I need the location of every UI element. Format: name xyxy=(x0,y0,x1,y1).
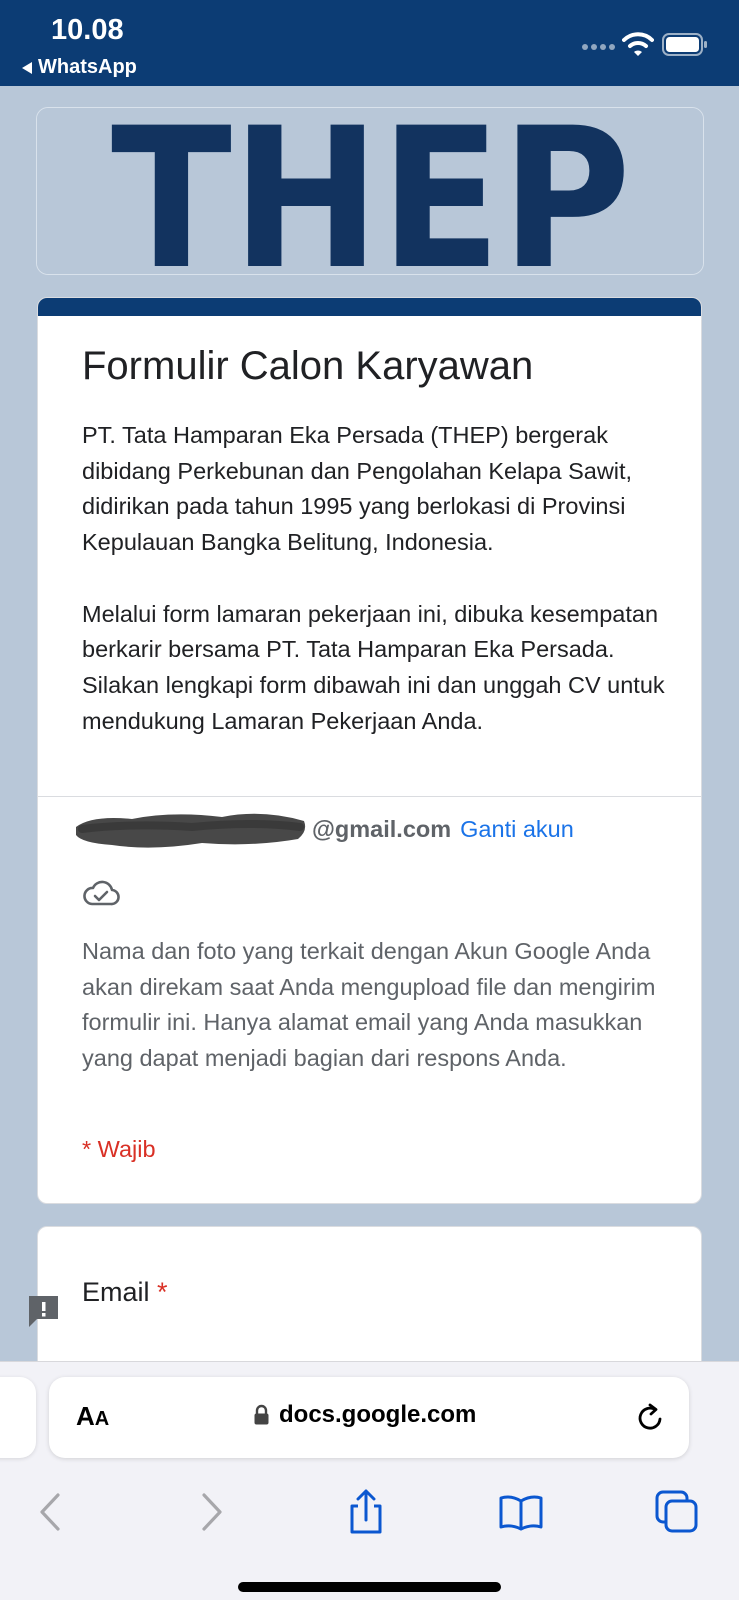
lock-icon xyxy=(254,1404,269,1425)
form-title: Formulir Calon Karyawan xyxy=(82,344,534,388)
back-app-label: WhatsApp xyxy=(38,56,137,78)
switch-account-link[interactable]: Ganti akun xyxy=(460,816,574,843)
cloud-saved-icon xyxy=(83,880,120,906)
thep-logo: THEP xyxy=(37,108,703,275)
back-to-app-link[interactable]: WhatsApp xyxy=(22,56,137,79)
previous-tab-preview[interactable] xyxy=(0,1377,36,1458)
url-display[interactable]: docs.google.com xyxy=(253,1401,476,1429)
aa-small: A xyxy=(94,1408,110,1430)
reader-settings-button[interactable]: AA xyxy=(76,1401,109,1432)
redacted-email-scribble xyxy=(72,807,312,851)
status-time: 10.08 xyxy=(51,14,124,46)
report-feedback-icon[interactable] xyxy=(25,1292,62,1329)
account-email-suffix: @gmail.com xyxy=(312,815,452,842)
bookmarks-icon[interactable] xyxy=(498,1489,544,1535)
wifi-icon xyxy=(622,32,654,56)
required-note: * Wajib xyxy=(82,1136,156,1162)
tabs-icon[interactable] xyxy=(654,1489,700,1535)
battery-icon xyxy=(662,33,707,56)
back-triangle-icon xyxy=(22,61,32,74)
thep-logo-text: THEP xyxy=(111,108,631,275)
reload-icon[interactable] xyxy=(635,1402,667,1434)
form-description: PT. Tata Hamparan Eka Persada (THEP) ber… xyxy=(82,418,672,739)
form-header-card: Formulir Calon Karyawan PT. Tata Hampara… xyxy=(37,297,702,1204)
aa-large: A xyxy=(76,1401,95,1431)
header-banner: THEP xyxy=(36,107,704,275)
back-arrow-icon[interactable] xyxy=(30,1489,76,1535)
email-question-title: Email * xyxy=(82,1277,168,1308)
question-label: Email xyxy=(82,1277,150,1307)
account-row: @gmail.com Ganti akun xyxy=(72,806,574,852)
description-paragraph: Melalui form lamaran pekerjaan ini, dibu… xyxy=(82,600,665,734)
cellular-signal-icon xyxy=(582,44,615,50)
description-paragraph: PT. Tata Hamparan Eka Persada (THEP) ber… xyxy=(82,422,633,556)
divider xyxy=(38,796,701,797)
address-bar[interactable]: AA docs.google.com xyxy=(49,1377,689,1458)
home-indicator[interactable] xyxy=(238,1582,501,1592)
browser-toolbar: AA docs.google.com xyxy=(0,1361,739,1600)
card-accent-bar xyxy=(38,298,701,316)
status-bar: 10.08 WhatsApp xyxy=(0,0,739,86)
share-icon[interactable] xyxy=(343,1489,389,1535)
required-asterisk: * xyxy=(157,1277,168,1307)
url-text: docs.google.com xyxy=(279,1401,477,1428)
privacy-note: Nama dan foto yang terkait dengan Akun G… xyxy=(82,938,656,1072)
forward-arrow-icon[interactable] xyxy=(188,1489,234,1535)
